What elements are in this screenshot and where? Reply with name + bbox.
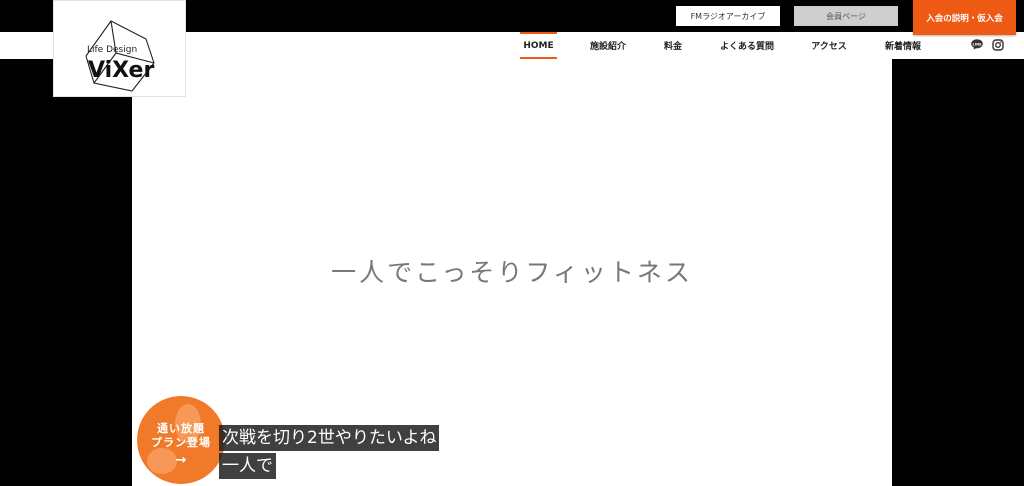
svg-text:LINE: LINE <box>972 42 982 46</box>
site-logo[interactable]: Life Design ViXer <box>53 0 186 97</box>
logo-line1: Life Design <box>87 45 137 55</box>
nav-facilities[interactable]: 施設紹介 <box>584 32 632 59</box>
nav-news[interactable]: 新着情報 <box>880 32 926 59</box>
arrow-right-icon: → <box>175 453 187 468</box>
nav-pricing[interactable]: 料金 <box>658 32 688 59</box>
join-button[interactable]: 入会の説明・仮入会 <box>913 0 1016 35</box>
nav-access[interactable]: アクセス <box>806 32 852 59</box>
nav-faq[interactable]: よくある質問 <box>716 32 778 59</box>
member-page-button[interactable]: 会員ページ <box>794 6 898 26</box>
line-icon[interactable]: LINE <box>970 38 983 51</box>
badge-line2: プラン登場 <box>151 436 211 449</box>
logo-mark: Life Design ViXer <box>85 20 155 92</box>
badge-line1: 通い放題 <box>157 422 205 435</box>
video-caption-line2: 一人で <box>219 453 276 479</box>
video-caption-line1: 次戦を切り2世やりたいよね <box>219 425 440 451</box>
unlimited-plan-badge[interactable]: 通い放題 プラン登場 → <box>137 396 225 484</box>
instagram-icon[interactable] <box>991 38 1004 51</box>
nav-home[interactable]: HOME <box>520 32 557 59</box>
logo-line2: ViXer <box>88 58 154 83</box>
hero-headline: 一人でこっそりフィットネス <box>331 258 693 287</box>
right-margin <box>892 59 1024 486</box>
left-margin <box>0 59 132 486</box>
badge-label: 通い放題 プラン登場 <box>137 422 225 450</box>
radio-archive-button[interactable]: FMラジオアーカイブ <box>676 6 780 26</box>
hero-section: 一人でこっそりフィットネス <box>132 59 892 486</box>
page: FMラジオアーカイブ 会員ページ HOME 施設紹介 料金 よくある質問 アクセ… <box>0 0 1024 486</box>
